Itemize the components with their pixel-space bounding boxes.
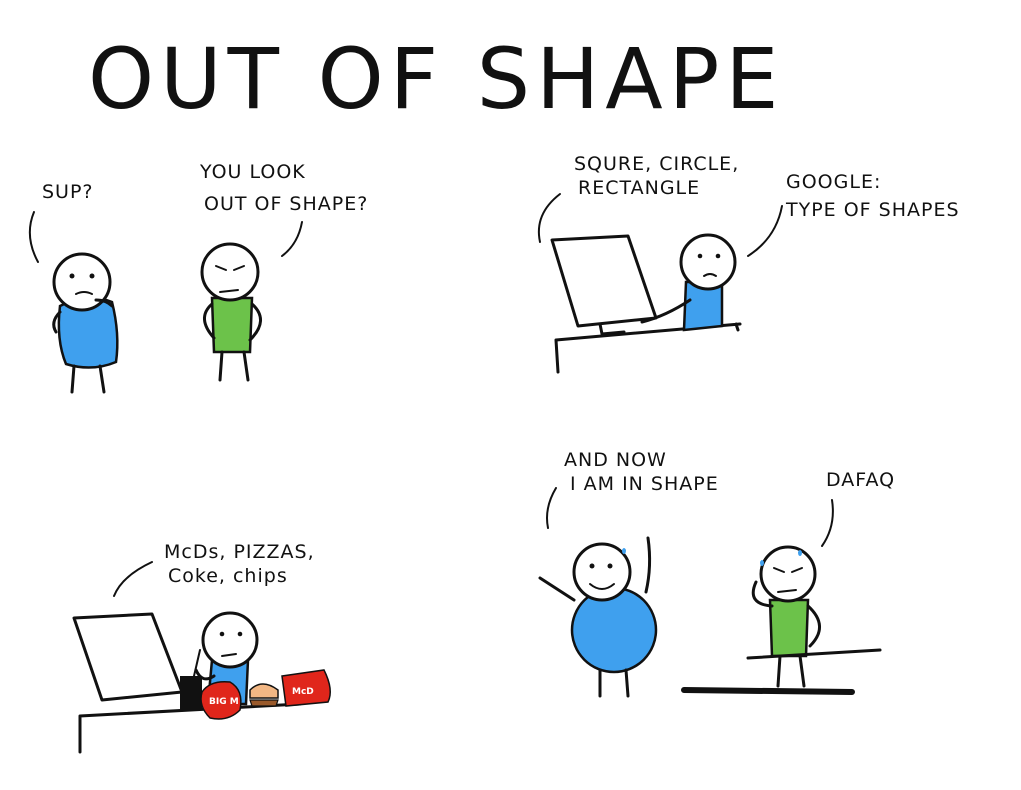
panel-2: SQURE, CIRCLE, RECTANGLE GOOGLE: TYPE OF…	[538, 153, 960, 374]
panel-1: SUP? YOU LOOK OUT OF SHAPE?	[28, 161, 368, 394]
speech-you-look-1: YOU LOOK	[199, 161, 306, 183]
speech-google-1: GOOGLE:	[786, 171, 881, 193]
green-character	[200, 242, 262, 382]
speech-food-1: McDs, PIZZAS,	[164, 541, 315, 563]
speech-tail-you-look	[281, 221, 303, 257]
speech-in-shape-2: I AM IN SHAPE	[570, 473, 719, 495]
comic-title: OUT OF SHAPE	[88, 30, 784, 128]
ground-line	[746, 648, 882, 660]
speech-google-2: TYPE OF SHAPES	[785, 199, 960, 221]
speech-tail-dafaq	[821, 499, 834, 547]
round-blue-character	[538, 536, 658, 698]
fries-label: McD	[292, 687, 314, 697]
speech-shapes-2: RECTANGLE	[578, 177, 700, 199]
burger	[249, 683, 279, 699]
shadow-line	[681, 687, 855, 695]
speech-tail-in-shape	[546, 487, 557, 529]
food-pile: BIG M McD	[180, 649, 331, 720]
speech-you-look-2: OUT OF SHAPE?	[204, 193, 368, 215]
panel-4: AND NOW I AM IN SHAPE DAFAQ	[538, 449, 895, 698]
speech-tail-google	[747, 205, 783, 257]
speech-tail-food	[113, 561, 153, 597]
panel-3: McDs, PIZZAS, Coke, chips BIG M McD	[72, 541, 331, 754]
speech-in-shape-1: AND NOW	[564, 449, 667, 471]
comic-canvas: OUT OF SHAPE SUP? YOU LOOK OUT OF SHAPE?	[28, 30, 960, 754]
speech-tail-sup	[28, 211, 39, 263]
cola-cup	[180, 676, 202, 710]
green-character-2	[751, 545, 821, 688]
speech-food-2: Coke, chips	[168, 565, 288, 587]
speech-dafaq: DAFAQ	[826, 469, 895, 491]
big-mac-label: BIG M	[209, 697, 239, 707]
speech-tail-shapes	[538, 193, 561, 243]
speech-sup: SUP?	[42, 181, 94, 203]
blue-character	[52, 252, 119, 394]
speech-shapes-1: SQURE, CIRCLE,	[574, 153, 739, 175]
